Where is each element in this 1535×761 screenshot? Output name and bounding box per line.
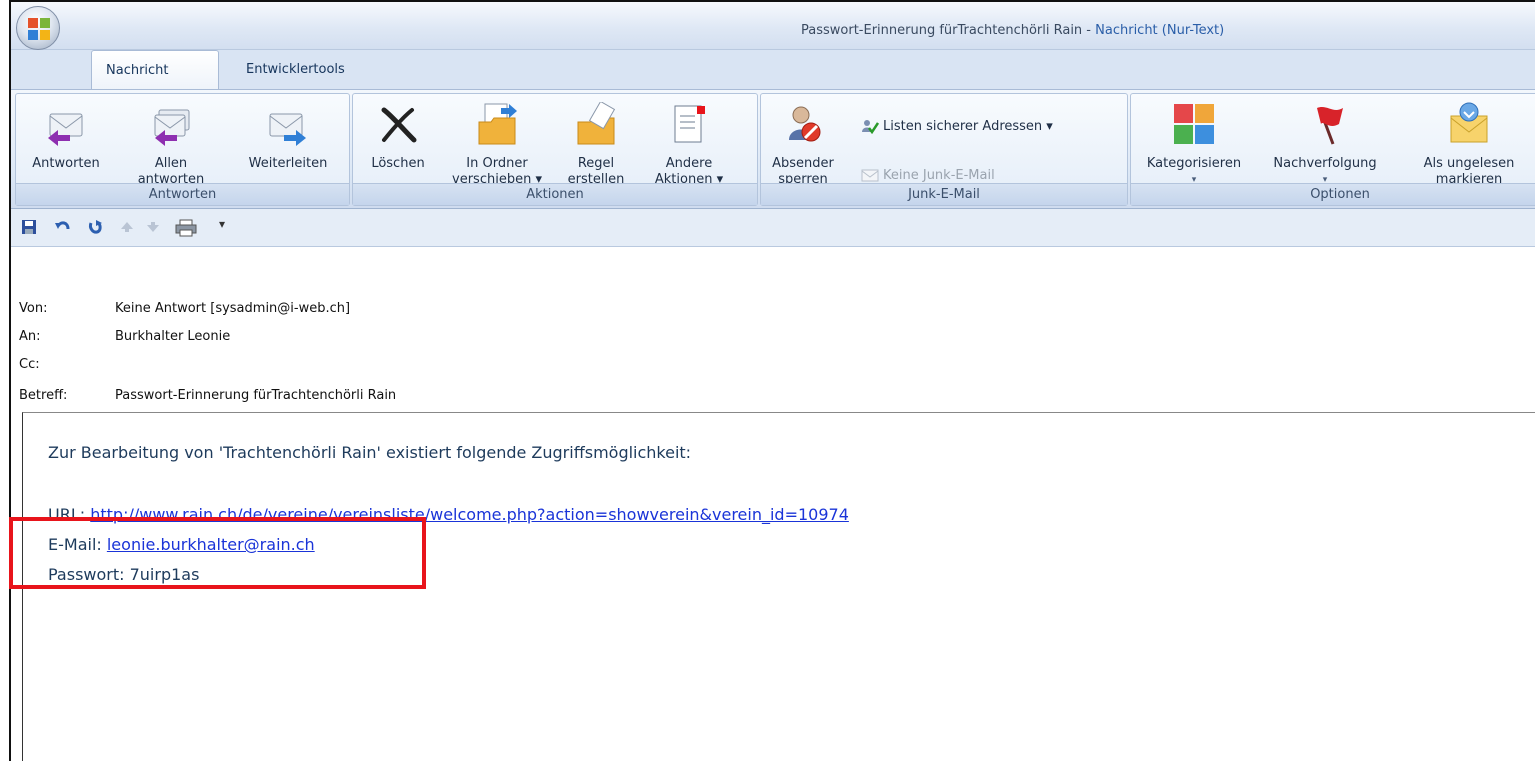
save-icon[interactable] xyxy=(21,219,37,235)
to-value: Burkhalter Leonie xyxy=(115,329,231,344)
header-subject: Betreff: Passwort-Erinnerung fürTrachtenc… xyxy=(19,388,397,403)
followup-flag-icon xyxy=(1303,102,1347,146)
print-icon[interactable] xyxy=(175,219,197,237)
undo-icon[interactable] xyxy=(55,219,71,235)
forward-button[interactable]: Weiterleiten xyxy=(234,102,342,172)
header-from: Von: Keine Antwort [sysadmin@i-web.ch] xyxy=(19,301,351,316)
other-actions-button[interactable]: Andere Aktionen ▾ xyxy=(641,102,737,188)
reply-button[interactable]: Antworten xyxy=(26,102,106,172)
window-title: Passwort-Erinnerung fürTrachtenchörli Ra… xyxy=(801,23,1225,38)
create-rule-button[interactable]: Regel erstellen xyxy=(553,100,639,188)
quick-access-toolbar: ▾ xyxy=(11,209,1535,247)
block-sender-icon xyxy=(781,102,825,146)
categorize-icon xyxy=(1172,102,1216,146)
previous-item-icon[interactable] xyxy=(119,219,135,235)
group-label-optionen: Optionen xyxy=(1131,183,1535,205)
tab-entwicklertools[interactable]: Entwicklertools xyxy=(232,50,359,90)
outlook-message-window: Passwort-Erinnerung fürTrachtenchörli Ra… xyxy=(9,0,1535,761)
header-cc: Cc: xyxy=(19,357,40,372)
followup-button[interactable]: Nachverfolgung ▾ xyxy=(1259,102,1391,188)
categorize-button[interactable]: Kategorisieren ▾ xyxy=(1137,102,1251,188)
group-label-antworten: Antworten xyxy=(16,183,349,205)
move-to-folder-button[interactable]: In Ordner verschieben ▾ xyxy=(443,102,551,188)
other-actions-icon xyxy=(667,102,711,146)
safe-lists-icon xyxy=(862,120,879,134)
office-logo-icon xyxy=(28,18,50,40)
ribbon: Antworten Allen antworten Weiterleiten A… xyxy=(11,89,1535,209)
reply-all-button[interactable]: Allen antworten xyxy=(128,102,214,188)
block-sender-button[interactable]: Absender sperren xyxy=(763,102,843,188)
mark-unread-icon xyxy=(1447,102,1491,146)
header-to: An: Burkhalter Leonie xyxy=(19,329,231,344)
redo-icon[interactable] xyxy=(87,219,103,235)
office-button[interactable] xyxy=(16,6,60,50)
tab-nachricht[interactable]: Nachricht xyxy=(91,50,219,90)
rule-folder-icon xyxy=(574,100,618,146)
reply-all-icon xyxy=(149,102,193,146)
delete-x-icon xyxy=(376,102,420,146)
safe-lists-button[interactable]: Listen sicherer Adressen ▾ xyxy=(861,118,1053,134)
group-label-junk: Junk-E-Mail xyxy=(761,183,1127,205)
group-junk-email: Absender sperren Listen sicherer Adresse… xyxy=(760,93,1128,206)
body-intro: Zur Bearbeitung von 'Trachtenchörli Rain… xyxy=(48,443,692,462)
delete-button[interactable]: Löschen xyxy=(357,102,439,172)
next-item-icon[interactable] xyxy=(145,219,161,235)
group-label-aktionen: Aktionen xyxy=(353,183,757,205)
group-antworten: Antworten Allen antworten Weiterleiten A… xyxy=(15,93,350,206)
group-aktionen: Löschen In Ordner verschieben ▾ Regel er… xyxy=(352,93,758,206)
red-highlight-box xyxy=(9,517,426,589)
title-bar: Passwort-Erinnerung fürTrachtenchörli Ra… xyxy=(11,2,1535,50)
subject-value: Passwort-Erinnerung fürTrachtenchörli Ra… xyxy=(115,388,397,403)
reply-icon xyxy=(44,102,88,146)
forward-icon xyxy=(266,102,310,146)
from-value: Keine Antwort [sysadmin@i-web.ch] xyxy=(115,301,351,316)
move-folder-icon xyxy=(475,102,519,146)
customize-toolbar-dropdown-icon[interactable]: ▾ xyxy=(219,217,235,233)
not-junk-envelope-icon xyxy=(861,169,879,182)
not-junk-button[interactable]: Keine Junk-E-Mail xyxy=(861,167,995,183)
mark-unread-button[interactable]: Als ungelesen markieren xyxy=(1399,102,1535,188)
group-optionen: Kategorisieren ▾ Nachverfolgung ▾ Als un… xyxy=(1130,93,1535,206)
